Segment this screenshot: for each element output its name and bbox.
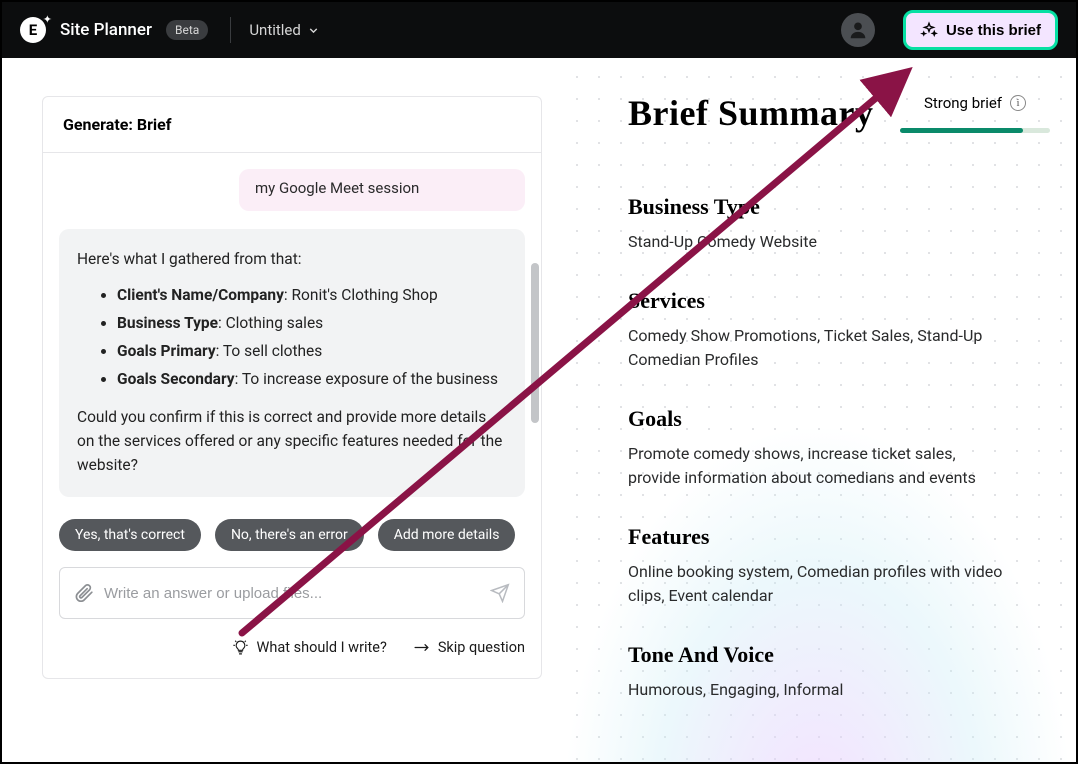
answer-input-row bbox=[59, 567, 525, 619]
topbar: E ✦ Site Planner Beta Untitled Use this … bbox=[2, 2, 1076, 58]
chat-scroll[interactable]: my Google Meet session Here's what I gat… bbox=[59, 169, 525, 497]
skip-icon bbox=[413, 639, 430, 656]
section-goals: Goals Promote comedy shows, increase tic… bbox=[628, 406, 1050, 490]
answer-input[interactable] bbox=[104, 585, 480, 602]
ai-followup-text: Could you confirm if this is correct and… bbox=[77, 405, 507, 477]
sparkles-icon bbox=[920, 21, 938, 39]
ai-intro-text: Here's what I gathered from that: bbox=[77, 247, 507, 271]
use-this-brief-button[interactable]: Use this brief bbox=[903, 10, 1058, 50]
use-brief-label: Use this brief bbox=[946, 22, 1041, 39]
chip-no-error[interactable]: No, there's an error bbox=[215, 519, 364, 551]
section-title: Business Type bbox=[628, 194, 1050, 220]
helper-skip-label: Skip question bbox=[438, 639, 525, 656]
section-text: Promote comedy shows, increase ticket sa… bbox=[628, 442, 1008, 490]
skip-question-button[interactable]: Skip question bbox=[413, 639, 525, 656]
beta-badge: Beta bbox=[166, 20, 208, 40]
brief-summary-panel: Brief Summary Strong brief i Business Ty… bbox=[560, 58, 1076, 762]
sparkle-icon: ✦ bbox=[43, 13, 52, 26]
section-title: Goals bbox=[628, 406, 1050, 432]
paperclip-icon[interactable] bbox=[74, 583, 94, 603]
helper-write-label: What should I write? bbox=[257, 639, 387, 656]
document-title: Untitled bbox=[249, 21, 301, 39]
ai-bullet: Goals Primary: To sell clothes bbox=[117, 339, 507, 363]
user-avatar[interactable] bbox=[841, 13, 875, 47]
strength-bar bbox=[900, 128, 1050, 133]
app-logo: E ✦ bbox=[20, 17, 46, 43]
section-title: Features bbox=[628, 524, 1050, 550]
chevron-down-icon bbox=[307, 24, 320, 37]
ai-bullet-list: Client's Name/Company: Ronit's Clothing … bbox=[77, 283, 507, 391]
section-text: Humorous, Engaging, Informal bbox=[628, 678, 1008, 702]
section-text: Stand-Up Comedy Website bbox=[628, 230, 1008, 254]
ai-bullet: Business Type: Clothing sales bbox=[117, 311, 507, 335]
scrollbar[interactable] bbox=[531, 263, 539, 423]
chip-add-details[interactable]: Add more details bbox=[378, 519, 516, 551]
generate-brief-card: Generate: Brief my Google Meet session H… bbox=[42, 96, 542, 679]
ai-message-bubble: Here's what I gathered from that: Client… bbox=[59, 229, 525, 497]
document-title-dropdown[interactable]: Untitled bbox=[249, 21, 320, 39]
ai-bullet: Goals Secondary: To increase exposure of… bbox=[117, 367, 507, 391]
strength-label: Strong brief bbox=[924, 94, 1002, 112]
what-should-i-write-button[interactable]: What should I write? bbox=[232, 639, 387, 656]
send-icon[interactable] bbox=[490, 583, 510, 603]
person-icon bbox=[847, 19, 869, 41]
section-tone: Tone And Voice Humorous, Engaging, Infor… bbox=[628, 642, 1050, 702]
section-business-type: Business Type Stand-Up Comedy Website bbox=[628, 194, 1050, 254]
section-text: Comedy Show Promotions, Ticket Sales, St… bbox=[628, 324, 1008, 372]
app-title: Site Planner bbox=[60, 20, 152, 40]
section-features: Features Online booking system, Comedian… bbox=[628, 524, 1050, 608]
quick-reply-row: Yes, that's correct No, there's an error… bbox=[43, 497, 541, 551]
user-message-bubble: my Google Meet session bbox=[239, 169, 525, 211]
summary-title: Brief Summary bbox=[628, 92, 873, 134]
lightbulb-icon bbox=[232, 639, 249, 656]
divider bbox=[230, 17, 231, 43]
helper-row: What should I write? Skip question bbox=[43, 619, 541, 678]
user-message-text: my Google Meet session bbox=[255, 179, 419, 197]
chip-yes-correct[interactable]: Yes, that's correct bbox=[59, 519, 201, 551]
section-title: Services bbox=[628, 288, 1050, 314]
section-title: Tone And Voice bbox=[628, 642, 1050, 668]
section-services: Services Comedy Show Promotions, Ticket … bbox=[628, 288, 1050, 372]
brief-strength-indicator: Strong brief i bbox=[900, 94, 1050, 133]
section-text: Online booking system, Comedian profiles… bbox=[628, 560, 1008, 608]
ai-bullet: Client's Name/Company: Ronit's Clothing … bbox=[117, 283, 507, 307]
generate-brief-header: Generate: Brief bbox=[43, 97, 541, 153]
info-icon[interactable]: i bbox=[1010, 95, 1026, 111]
